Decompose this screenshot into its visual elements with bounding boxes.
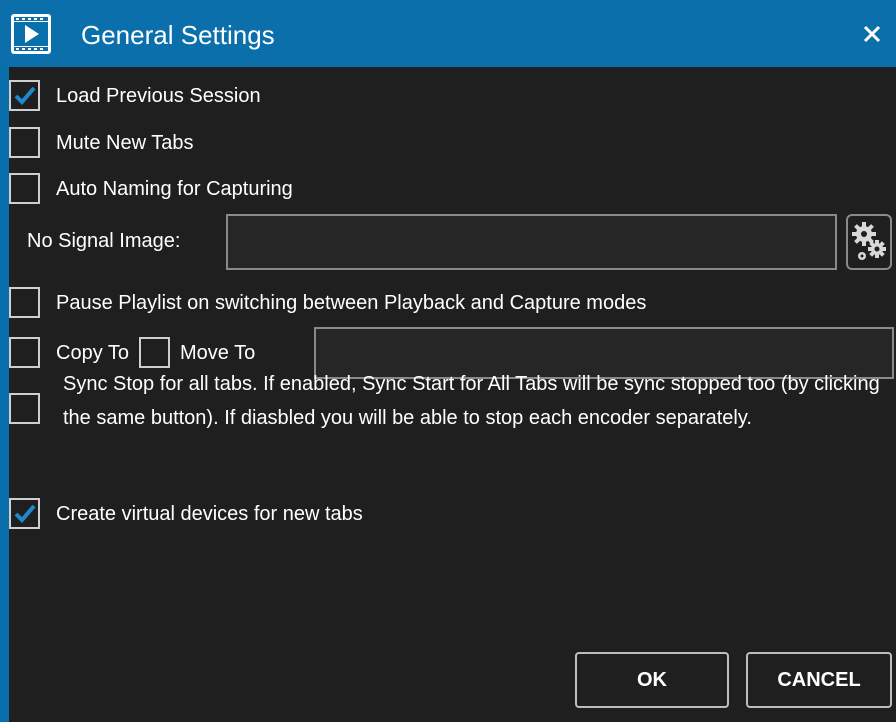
virtual-devices-checkbox[interactable] <box>9 498 40 529</box>
move-to-label: Move To <box>180 341 256 364</box>
sync-stop-checkbox[interactable] <box>9 393 40 424</box>
checkmark-icon <box>14 86 36 105</box>
gears-icon <box>852 222 886 260</box>
close-icon[interactable] <box>858 20 886 48</box>
window-title: General Settings <box>81 20 275 50</box>
copy-to-checkbox[interactable] <box>9 337 40 368</box>
no-signal-image-row: No Signal Image: <box>27 230 180 253</box>
cancel-button[interactable]: CANCEL <box>746 652 892 708</box>
load-previous-session-label: Load Previous Session <box>56 84 261 107</box>
sync-stop-label: Sync Stop for all tabs. If enabled, Sync… <box>63 373 880 429</box>
ok-button[interactable]: OK <box>575 652 729 708</box>
video-app-icon <box>11 14 51 54</box>
checkmark-icon <box>14 504 36 523</box>
option-auto-naming[interactable]: Auto Naming for Capturing <box>9 173 293 204</box>
copy-move-row: Copy To Move To <box>9 337 255 368</box>
option-virtual-devices[interactable]: Create virtual devices for new tabs <box>9 498 363 529</box>
virtual-devices-label: Create virtual devices for new tabs <box>56 502 363 525</box>
title-bar[interactable]: General Settings <box>0 0 896 67</box>
option-mute-new-tabs[interactable]: Mute New Tabs <box>9 127 193 158</box>
pause-playlist-label: Pause Playlist on switching between Play… <box>56 291 647 314</box>
no-signal-image-label: No Signal Image: <box>27 230 181 252</box>
mute-new-tabs-checkbox[interactable] <box>9 127 40 158</box>
auto-naming-checkbox[interactable] <box>9 173 40 204</box>
option-pause-playlist[interactable]: Pause Playlist on switching between Play… <box>9 287 646 318</box>
general-settings-window: General Settings Load Previous Session M… <box>0 0 896 722</box>
no-signal-image-input[interactable] <box>226 214 837 270</box>
move-to-checkbox[interactable] <box>139 337 171 368</box>
auto-naming-label: Auto Naming for Capturing <box>56 177 293 200</box>
option-load-previous-session[interactable]: Load Previous Session <box>9 80 261 111</box>
copy-to-label: Copy To <box>56 341 130 364</box>
pause-playlist-checkbox[interactable] <box>9 287 40 318</box>
load-previous-session-checkbox[interactable] <box>9 80 40 111</box>
browse-image-button[interactable] <box>846 214 892 270</box>
settings-panel: Load Previous Session Mute New Tabs Auto… <box>9 67 896 722</box>
mute-new-tabs-label: Mute New Tabs <box>56 131 194 154</box>
